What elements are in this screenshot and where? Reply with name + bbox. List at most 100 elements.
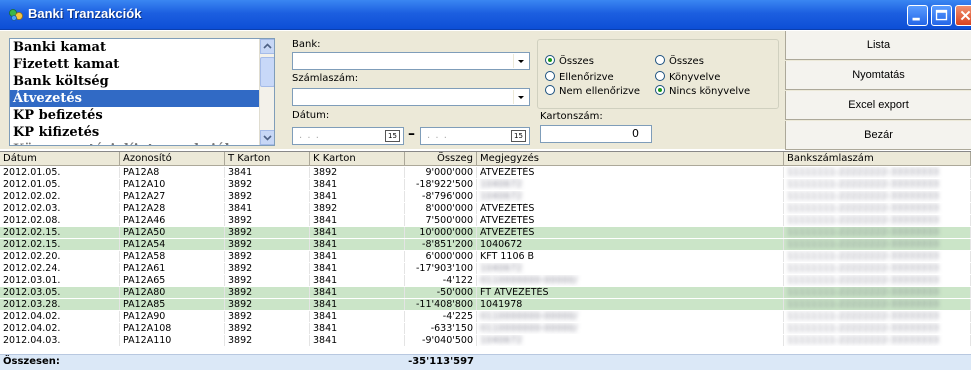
table-row[interactable]: 2012.03.01. PA12A65 3892 3841 -4'122 01100000… [0, 275, 971, 286]
footer-total: -35'113'597 [408, 356, 474, 367]
table-cell-k: 3841 [310, 299, 405, 310]
maximize-button[interactable] [931, 5, 952, 26]
scroll-thumb[interactable] [260, 57, 274, 87]
table-row[interactable]: 2012.03.05. PA12A80 3892 3841 -50'000 FT ÁTVE… [0, 287, 971, 298]
calendar-icon[interactable]: 15 [385, 130, 400, 142]
bank-dropdown-button[interactable] [513, 54, 528, 68]
table-row[interactable]: 2012.02.03. PA12A28 3841 3892 8'000'000 ÁTVEZ… [0, 203, 971, 214]
booking-status-label: Könyvelve [669, 72, 721, 83]
table-cell-k: 3841 [310, 263, 405, 274]
column-header[interactable]: Azonosító [120, 152, 225, 166]
table-cell-t: 3892 [225, 299, 310, 310]
table-row[interactable]: 2012.02.20. PA12A58 3892 3841 6'000'000 KFT 1… [0, 251, 971, 262]
scroll-up-button[interactable] [260, 39, 274, 54]
check-status-option[interactable]: Összes [545, 55, 594, 67]
table-cell-date: 2012.02.15. [0, 239, 120, 250]
type-list-item[interactable]: KP befizetés [10, 107, 274, 124]
table-cell-date: 2012.04.02. [0, 311, 120, 322]
table-cell-date: 2012.02.20. [0, 251, 120, 262]
table-cell-amount: 6'000'000 [405, 251, 477, 262]
chevron-down-icon [263, 135, 272, 141]
column-header[interactable]: Megjegyzés [477, 152, 784, 166]
transactions-table[interactable]: Dátum Azonosító T Karton K Karton Összeg Megj… [0, 151, 971, 370]
radio-icon[interactable] [545, 71, 555, 81]
radio-icon[interactable] [655, 71, 665, 81]
column-header[interactable]: Bankszámlaszám [784, 152, 971, 166]
type-list-scrollbar[interactable] [259, 39, 274, 145]
table-row[interactable]: 2012.02.02. PA12A27 3892 3841 -8'796'000 1040… [0, 191, 971, 202]
table-cell-id: PA12A58 [120, 251, 225, 262]
radio-icon[interactable] [545, 85, 555, 95]
column-header[interactable]: Dátum [0, 152, 120, 166]
check-status-option[interactable]: Ellenőrizve [545, 71, 614, 83]
table-row[interactable]: 2012.01.05. PA12A8 3841 3892 9'000'000 ÁTVEZE… [0, 167, 971, 178]
check-status-label: Összes [559, 56, 594, 67]
radio-icon[interactable] [545, 55, 555, 65]
excel-export-button[interactable]: Excel export [785, 91, 971, 120]
booking-status-label: Összes [669, 56, 704, 67]
table-cell-note: ÁTVEZETÉS [477, 215, 784, 226]
column-header[interactable]: T Karton [225, 152, 310, 166]
table-row[interactable]: 2012.02.15. PA12A50 3892 3841 10'000'000 ÁTVE… [0, 227, 971, 238]
table-cell-acct: 11111111-22222222-33333333 [784, 215, 971, 226]
type-list-item[interactable]: Bank költség [10, 73, 274, 90]
table-row[interactable]: 2012.03.28. PA12A85 3892 3841 -11'408'800 104… [0, 299, 971, 310]
check-status-label: Ellenőrizve [559, 72, 614, 83]
table-cell-amount: -11'408'800 [405, 299, 477, 310]
table-cell-acct: 11111111-22222222-33333333 [784, 191, 971, 202]
table-cell-amount: 7'500'000 [405, 215, 477, 226]
table-cell-note: 1040672 [477, 335, 784, 346]
table-cell-id: PA12A108 [120, 323, 225, 334]
minimize-button[interactable] [907, 5, 928, 26]
column-header[interactable]: Összeg [405, 152, 477, 166]
minimize-icon [912, 17, 920, 21]
card-number-field[interactable]: 0 [540, 125, 652, 143]
table-cell-note: ÁTVEZETÉS [477, 227, 784, 238]
bank-select[interactable] [292, 52, 530, 70]
type-list-item[interactable]: KP kifizetés [10, 124, 274, 141]
booking-status-option[interactable]: Nincs könyvelve [655, 85, 750, 97]
calendar-icon[interactable]: 15 [511, 130, 526, 142]
close-button[interactable] [955, 5, 971, 26]
type-list-item[interactable]: Átvezetés [10, 90, 274, 107]
card-number-label: Kartonszám: [540, 111, 603, 122]
table-row[interactable]: 2012.04.03. PA12A110 3892 3841 -9'040'500 104… [0, 335, 971, 346]
booking-status-option[interactable]: Összes [655, 55, 704, 67]
booking-status-option[interactable]: Könyvelve [655, 71, 720, 83]
date-to-placeholder: . . . [427, 130, 448, 141]
table-row[interactable]: 2012.02.08. PA12A46 3892 3841 7'500'000 ÁTVEZ… [0, 215, 971, 226]
chevron-up-icon [263, 43, 272, 49]
table-cell-note: 1040672 [477, 191, 784, 202]
lista-button[interactable]: Lista [785, 31, 971, 60]
table-row[interactable]: 2012.01.05. PA12A10 3892 3841 -18'922'500 104… [0, 179, 971, 190]
close-icon [960, 10, 971, 21]
table-cell-k: 3841 [310, 179, 405, 190]
radio-icon[interactable] [655, 55, 665, 65]
table-row[interactable]: 2012.02.24. PA12A61 3892 3841 -17'903'100 104… [0, 263, 971, 274]
table-cell-acct: 11111111-22222222-33333333 [784, 299, 971, 310]
table-cell-id: PA12A46 [120, 215, 225, 226]
date-to-field[interactable]: . . . 15 [420, 127, 530, 145]
date-from-field[interactable]: . . . 15 [292, 127, 404, 145]
account-select[interactable] [292, 88, 530, 106]
print-button[interactable]: Nyomtatás [785, 61, 971, 90]
check-status-option[interactable]: Nem ellenőrizve [545, 85, 640, 97]
column-header[interactable]: K Karton [310, 152, 405, 166]
table-row[interactable]: 2012.04.02. PA12A90 3892 3841 -4'225 01100000… [0, 311, 971, 322]
table-cell-amount: -4'122 [405, 275, 477, 286]
table-cell-acct: 11111111-22222222-33333333 [784, 167, 971, 178]
close-form-button[interactable]: Bezár [785, 121, 971, 150]
table-cell-id: PA12A110 [120, 335, 225, 346]
table-cell-note: KFT 1106 B [477, 251, 784, 262]
table-cell-acct: 11111111-22222222-33333333 [784, 179, 971, 190]
radio-icon[interactable] [655, 85, 665, 95]
type-list-item[interactable]: Fizetett kamat [10, 56, 274, 73]
table-row[interactable]: 2012.02.15. PA12A54 3892 3841 -8'851'200 1040… [0, 239, 971, 250]
type-list-item[interactable]: Banki kamat [10, 39, 274, 56]
table-cell-acct: 11111111-22222222-33333333 [784, 251, 971, 262]
type-list-item[interactable]: Könyvvezetési díj, tranzakciók [10, 141, 274, 145]
scroll-down-button[interactable] [260, 130, 274, 145]
transaction-type-list[interactable]: Banki kamat Fizetett kamat Bank költség Átv… [9, 38, 275, 146]
account-dropdown-button[interactable] [513, 90, 528, 104]
table-row[interactable]: 2012.04.02. PA12A108 3892 3841 -633'150 01100… [0, 323, 971, 334]
